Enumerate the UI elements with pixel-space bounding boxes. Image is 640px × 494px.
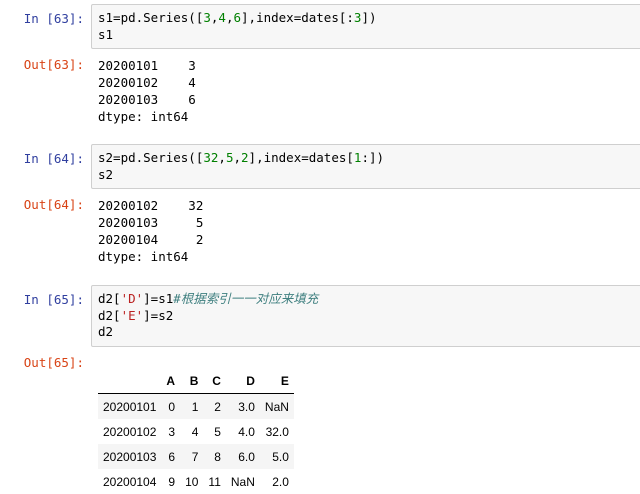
code-cell-input[interactable]: s1=pd.Series([3,4,6],index=dates[:3]) s1 — [91, 4, 640, 49]
code-token: ]=s1 — [143, 291, 174, 306]
table-cell: 5 — [214, 424, 221, 439]
row-index: 20200102 — [103, 424, 157, 439]
dataframe-table: A B C D E 20200101 0 1 2 3.0 NaN 2020010… — [98, 368, 294, 494]
table-cell: NaN — [230, 474, 255, 489]
output-line: 20200103 5 — [98, 215, 204, 230]
code-line: s1 — [98, 26, 114, 42]
row-index: 20200101 — [103, 399, 157, 414]
table-cell: 2.0 — [272, 474, 289, 489]
code-string: 'E' — [120, 307, 144, 323]
code-line: d2['E']=s2 — [98, 308, 640, 325]
column-header: B — [180, 368, 204, 394]
table-cell: 32.0 — [265, 424, 289, 439]
code-number: 3 — [203, 10, 211, 25]
output-line: 20200104 2 — [98, 232, 204, 247]
code-token: d2[ — [98, 291, 121, 306]
row-index: 20200103 — [103, 449, 157, 464]
output-line: 20200101 3 — [98, 58, 196, 73]
code-number: 4 — [218, 10, 226, 25]
code-token: , — [233, 150, 242, 165]
code-token: :]) — [361, 150, 385, 165]
cell-output: 20200101 3 20200102 4 20200103 6 dtype: … — [98, 57, 196, 125]
table-row: 20200101 0 1 2 3.0 NaN — [98, 393, 294, 419]
code-token: ]) — [361, 10, 377, 25]
cell-output: 20200102 32 20200103 5 20200104 2 dtype:… — [98, 197, 203, 265]
table-cell: 4 — [191, 424, 199, 439]
code-token: s1=pd.Series([ — [98, 10, 204, 25]
input-prompt: In [63]: — [23, 11, 84, 26]
index-header — [98, 368, 162, 394]
code-line: d2['D']=s1#根据索引一一对应来填充 — [98, 291, 640, 308]
code-string: 'D' — [120, 291, 144, 306]
output-prompt: Out[65]: — [23, 355, 84, 370]
output-line: 20200102 4 — [98, 75, 196, 90]
code-number: 2 — [241, 150, 249, 165]
table-cell: 4.0 — [238, 424, 255, 439]
code-cell-input[interactable]: d2['D']=s1#根据索引一一对应来填充 d2['E']=s2 d2 — [91, 285, 640, 347]
output-line: dtype: int64 — [98, 109, 189, 124]
table-cell: 6.0 — [238, 449, 255, 464]
table-row: 20200103 6 7 8 6.0 5.0 — [98, 444, 294, 469]
table-row: 20200102 3 4 5 4.0 32.0 — [98, 419, 294, 444]
table-cell: 5.0 — [272, 449, 289, 464]
output-line: 20200102 32 — [98, 198, 204, 213]
table-cell: 10 — [185, 474, 199, 489]
code-line: s1=pd.Series([3,4,6],index=dates[:3]) — [98, 10, 640, 27]
input-prompt: In [65]: — [23, 292, 84, 307]
column-header: C — [203, 368, 226, 394]
code-comment: #根据索引一一对应来填充 — [173, 291, 319, 306]
output-line: dtype: int64 — [98, 249, 189, 264]
output-prompt: Out[63]: — [23, 57, 84, 72]
table-cell: 3.0 — [238, 399, 255, 414]
output-prompt: Out[64]: — [23, 197, 84, 212]
code-token: ],index=dates[: — [241, 10, 354, 25]
code-cell-input[interactable]: s2=pd.Series([32,5,2],index=dates[1:]) s… — [91, 144, 640, 189]
input-prompt: In [64]: — [23, 151, 84, 166]
column-header: E — [259, 368, 294, 394]
code-line: s2 — [98, 166, 114, 182]
table-cell: 6 — [168, 449, 176, 464]
table-cell: 2 — [214, 399, 221, 414]
code-number: 32 — [203, 150, 219, 165]
table-cell: 1 — [191, 399, 199, 414]
code-number: 6 — [233, 10, 242, 25]
table-cell: 8 — [214, 449, 221, 464]
table-cell: 9 — [168, 474, 176, 489]
column-header: D — [225, 368, 260, 394]
code-line: d2 — [98, 324, 114, 339]
output-line: 20200103 6 — [98, 92, 196, 107]
code-token: d2[ — [98, 307, 121, 323]
column-header: A — [161, 368, 181, 394]
table-cell: 11 — [208, 474, 221, 489]
code-token: , — [218, 150, 226, 165]
table-cell: 0 — [168, 399, 176, 414]
code-token: ]=s2 — [143, 307, 174, 323]
row-index: 20200104 — [103, 474, 157, 489]
table-cell: 3 — [168, 424, 176, 439]
code-token: s2=pd.Series([ — [98, 150, 204, 165]
table-header-row: A B C D E — [98, 368, 294, 394]
code-line: s2=pd.Series([32,5,2],index=dates[1:]) — [98, 150, 640, 167]
code-token: ],index=dates[ — [248, 150, 354, 165]
table-cell: NaN — [264, 399, 289, 414]
table-row: 20200104 9 10 11 NaN 2.0 — [98, 469, 294, 494]
table-cell: 7 — [191, 449, 199, 464]
